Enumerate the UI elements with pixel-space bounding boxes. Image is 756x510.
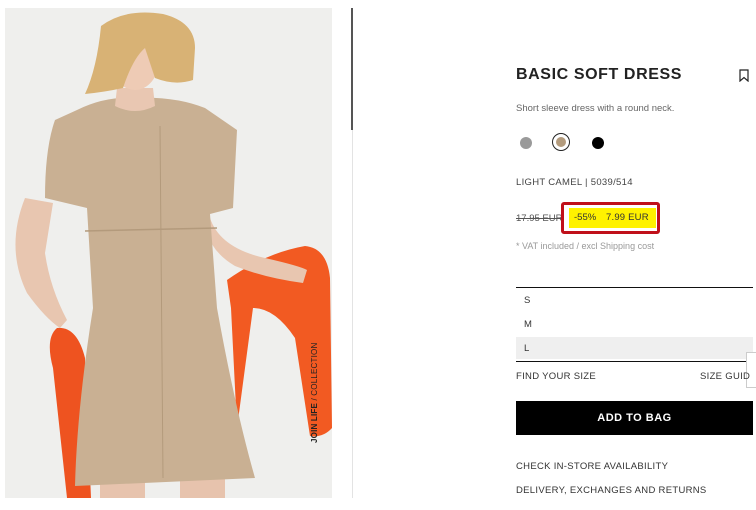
color-swatch-grey[interactable] bbox=[520, 137, 532, 149]
product-photo-illustration bbox=[5, 8, 332, 498]
color-reference: LIGHT CAMEL | 5039/514 bbox=[516, 177, 633, 188]
bookmark-icon[interactable] bbox=[739, 69, 749, 82]
vat-note: * VAT included / excl Shipping cost bbox=[516, 241, 655, 251]
check-store-availability-link[interactable]: CHECK IN-STORE AVAILABILITY bbox=[516, 461, 668, 472]
product-title: BASIC SOFT DRESS bbox=[516, 66, 683, 83]
product-description: Short sleeve dress with a round neck. bbox=[516, 103, 675, 114]
color-swatch-light-camel[interactable] bbox=[556, 137, 566, 147]
size-guide-link[interactable]: SIZE GUID bbox=[700, 371, 750, 382]
find-your-size-link[interactable]: FIND YOUR SIZE bbox=[516, 371, 596, 382]
size-option-m[interactable]: M bbox=[516, 313, 753, 335]
product-image[interactable] bbox=[5, 8, 332, 498]
original-price: 17.95 EUR bbox=[516, 213, 563, 224]
size-selector: S M L bbox=[516, 287, 753, 362]
sale-price: 7.99 EUR bbox=[606, 212, 649, 223]
discount-badge: -55% bbox=[574, 212, 597, 223]
image-scroll-thumb[interactable] bbox=[351, 8, 353, 130]
add-to-bag-button[interactable]: ADD TO BAG bbox=[516, 401, 753, 435]
size-option-s[interactable]: S bbox=[516, 289, 753, 311]
size-option-l[interactable]: L bbox=[516, 337, 753, 359]
cropped-panel-edge bbox=[746, 352, 756, 388]
collection-vertical-label: JOIN LIFE / COLLECTION bbox=[310, 342, 319, 443]
delivery-returns-link[interactable]: DELIVERY, EXCHANGES AND RETURNS bbox=[516, 485, 707, 496]
color-swatch-black[interactable] bbox=[592, 137, 604, 149]
